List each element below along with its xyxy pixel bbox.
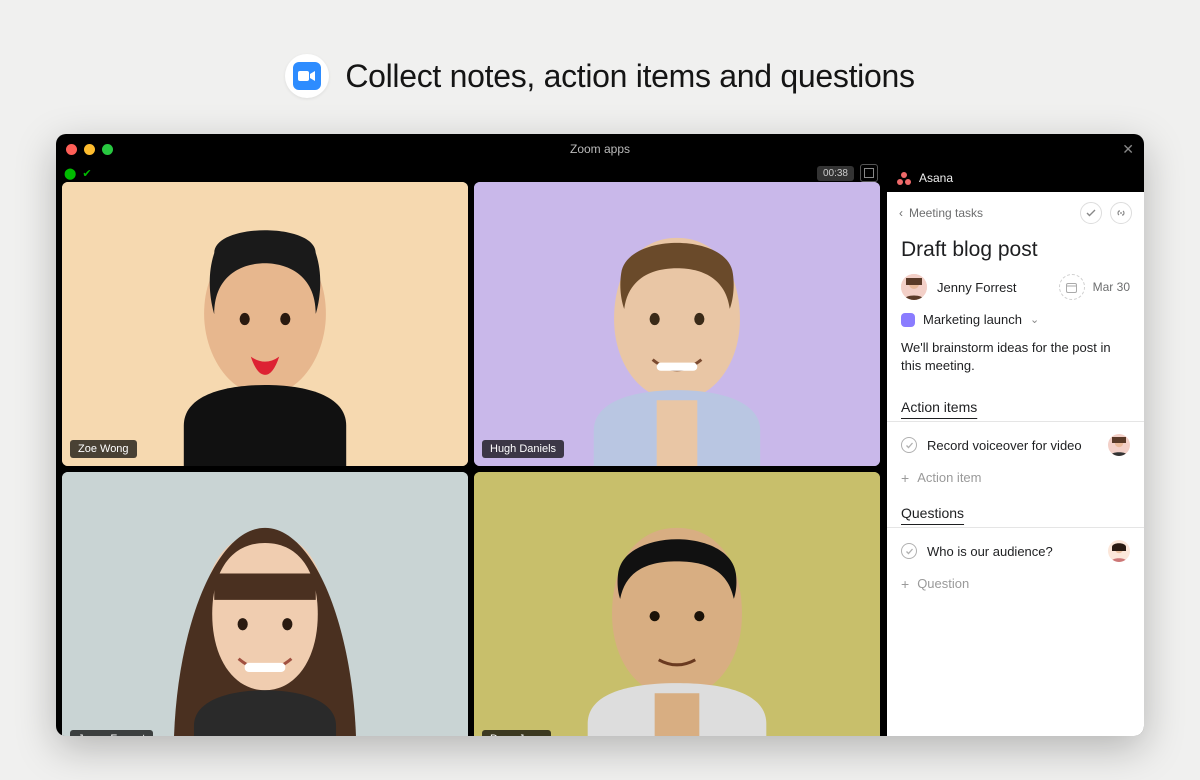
question-text: Who is our audience? [927,544,1053,559]
video-grid: Zoe Wong Hugh Daniels [56,182,886,736]
participant-name-tag: Dave Jung [482,730,551,736]
add-question-button[interactable]: + Question [887,570,1144,603]
assignee-name: Jenny Forrest [937,280,1016,295]
assignee-avatar[interactable] [1108,540,1130,562]
breadcrumb-row: ‹ Meeting tasks [887,192,1144,234]
video-tile[interactable]: Zoe Wong [62,182,468,466]
questions-heading: Questions [887,497,1144,528]
calendar-icon [1059,274,1085,300]
mark-complete-button[interactable] [1080,202,1102,224]
participant-portrait [62,472,468,736]
add-question-label: Question [917,576,969,591]
participant-name-tag: Zoe Wong [70,440,137,458]
complete-check-icon[interactable] [901,543,917,559]
add-action-item-label: Action item [917,470,981,485]
project-color-chip [901,313,915,327]
window-titlebar: Zoom apps ✕ [56,134,1144,164]
action-items-heading: Action items [887,391,1144,422]
project-row[interactable]: Marketing launch ⌄ [887,312,1144,339]
encryption-icon[interactable]: ⬤ [64,167,76,180]
zoom-video-pane: ⬤ ✔ 00:38 [56,164,886,736]
plus-icon: + [901,577,909,591]
participant-portrait [474,182,880,466]
video-tile[interactable]: Hugh Daniels [474,182,880,466]
video-tile[interactable]: Dave Jung [474,472,880,736]
copy-link-button[interactable] [1110,202,1132,224]
video-camera-icon [298,70,316,82]
chevron-down-icon[interactable]: ⌄ [1030,313,1039,326]
window-title: Zoom apps [56,142,1144,156]
participant-portrait [474,472,880,736]
app-window: Zoom apps ✕ ⬤ ✔ 00:38 [56,134,1144,736]
due-date-text: Mar 30 [1093,280,1130,294]
assignee-avatar [901,274,927,300]
asana-side-panel: Asana ‹ Meeting tasks Draft blog post Je… [886,164,1144,736]
fullscreen-button[interactable] [860,164,878,182]
participant-portrait [62,182,468,466]
zoom-app-icon [285,54,329,98]
plus-icon: + [901,471,909,485]
back-chevron-icon[interactable]: ‹ [899,206,903,220]
project-name: Marketing launch [923,312,1022,327]
due-date[interactable]: Mar 30 [1059,274,1130,300]
meeting-timer: 00:38 [817,166,854,181]
breadcrumb-label[interactable]: Meeting tasks [909,206,983,220]
assignee-row[interactable]: Jenny Forrest Mar 30 [887,274,1144,312]
task-description[interactable]: We'll brainstorm ideas for the post in t… [887,339,1144,391]
shield-check-icon[interactable]: ✔ [82,167,91,180]
asana-logo-icon [897,172,911,185]
complete-check-icon[interactable] [901,437,917,453]
action-item-row[interactable]: Record voiceover for video [887,426,1144,464]
action-item-text: Record voiceover for video [927,438,1082,453]
marketing-hero: Collect notes, action items and question… [0,0,1200,128]
video-tile[interactable]: Jenny Forrest [62,472,468,736]
task-title[interactable]: Draft blog post [887,234,1144,274]
asana-app-name: Asana [919,171,953,185]
question-row[interactable]: Who is our audience? [887,532,1144,570]
participant-name-tag: Hugh Daniels [482,440,564,458]
participant-name-tag: Jenny Forrest [70,730,153,736]
zoom-topbar: ⬤ ✔ 00:38 [56,164,886,182]
assignee-avatar[interactable] [1108,434,1130,456]
asana-panel-header: Asana [887,164,1144,192]
add-action-item-button[interactable]: + Action item [887,464,1144,497]
hero-title: Collect notes, action items and question… [345,58,914,95]
